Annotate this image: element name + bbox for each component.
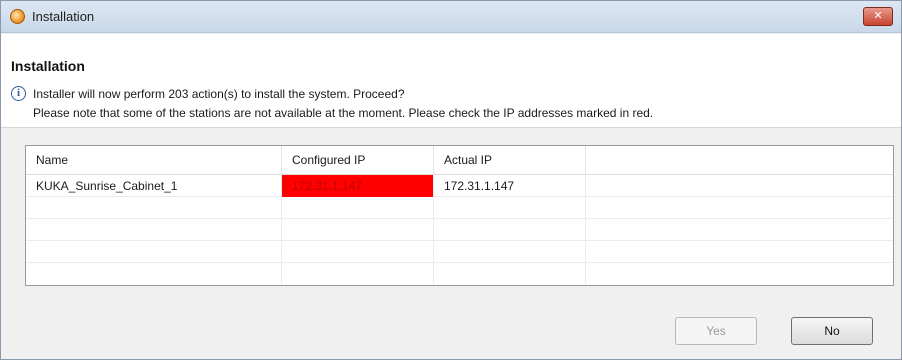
- cell-empty: [586, 263, 893, 285]
- column-header-empty: [586, 146, 893, 175]
- cell-empty: [26, 263, 282, 285]
- cell-empty: [26, 241, 282, 263]
- message-note: Please note that some of the stations ar…: [33, 106, 654, 120]
- cell-configured-ip: 172.31.1.147: [282, 175, 434, 197]
- cell-empty: [434, 197, 586, 219]
- table-header: Name Configured IP Actual IP: [26, 146, 893, 175]
- cell-empty: [434, 263, 586, 285]
- cell-empty: [282, 219, 434, 241]
- column-header-configured-ip[interactable]: Configured IP: [282, 146, 434, 175]
- table-row[interactable]: KUKA_Sunrise_Cabinet_1 172.31.1.147 172.…: [26, 175, 893, 197]
- title-bar[interactable]: Installation ✕: [1, 1, 901, 33]
- table-row: [26, 197, 893, 219]
- cell-empty: [282, 197, 434, 219]
- cell-empty: [282, 263, 434, 285]
- table-row: [26, 241, 893, 263]
- yes-button[interactable]: Yes: [675, 317, 757, 345]
- window-title: Installation: [32, 9, 95, 24]
- cell-empty: [282, 241, 434, 263]
- page-title: Installation: [11, 58, 85, 74]
- cell-empty: [26, 219, 282, 241]
- info-icon: i: [11, 86, 26, 101]
- column-header-name[interactable]: Name: [26, 146, 282, 175]
- dialog-header: Installation i Installer will now perfor…: [1, 34, 901, 128]
- cell-empty: [586, 241, 893, 263]
- cell-name: KUKA_Sunrise_Cabinet_1: [26, 175, 282, 197]
- installation-dialog: Installation ✕ Installation i Installer …: [0, 0, 902, 360]
- cell-empty: [434, 241, 586, 263]
- cell-empty: [586, 175, 893, 197]
- cell-actual-ip: 172.31.1.147: [434, 175, 586, 197]
- cell-empty: [586, 219, 893, 241]
- table-row: [26, 263, 893, 285]
- stations-table: Name Configured IP Actual IP KUKA_Sunris…: [25, 145, 894, 286]
- cell-empty: [586, 197, 893, 219]
- cell-empty: [26, 197, 282, 219]
- no-button[interactable]: No: [791, 317, 873, 345]
- app-icon: [10, 9, 25, 24]
- close-button[interactable]: ✕: [863, 7, 893, 26]
- table-row: [26, 219, 893, 241]
- message-text: Installer will now perform 203 action(s)…: [33, 87, 405, 101]
- cell-empty: [434, 219, 586, 241]
- column-header-actual-ip[interactable]: Actual IP: [434, 146, 586, 175]
